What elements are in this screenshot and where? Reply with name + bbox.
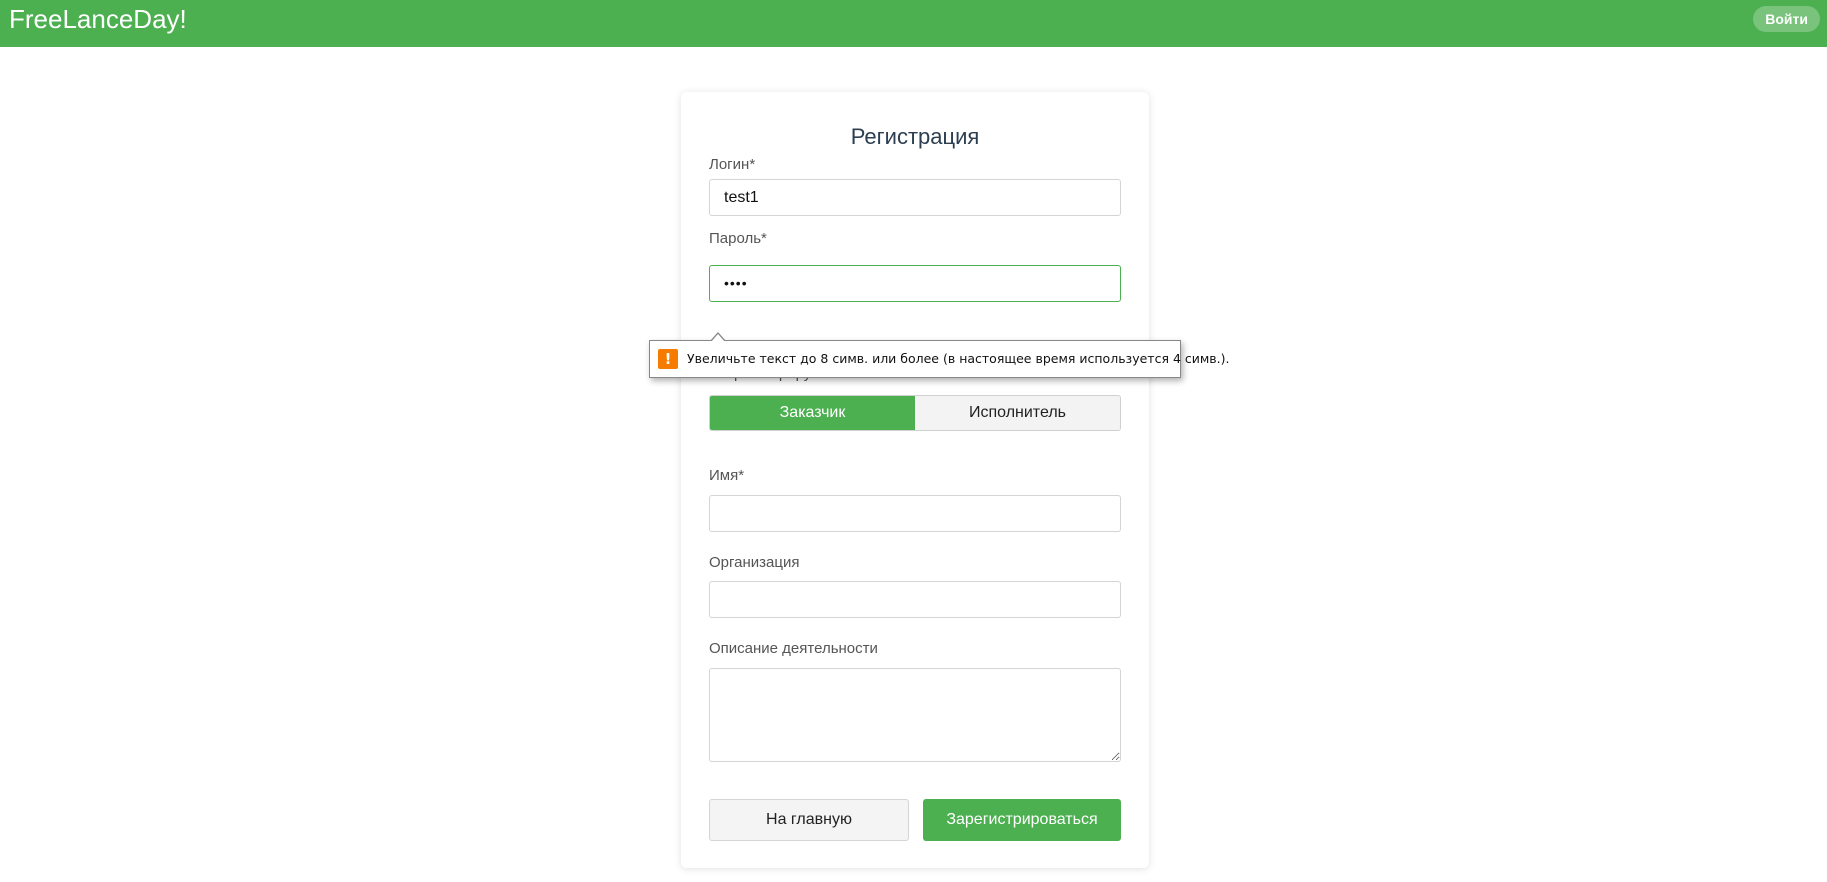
- organization-label: Организация: [709, 554, 800, 571]
- description-textarea[interactable]: [709, 668, 1121, 762]
- organization-input[interactable]: [709, 581, 1121, 618]
- validation-tooltip: ! Увеличьте текст до 8 симв. или более (…: [649, 332, 1230, 378]
- home-button[interactable]: На главную: [709, 799, 909, 841]
- top-navbar: FreeLanceDay! Войти: [0, 0, 1827, 47]
- warning-icon: !: [658, 349, 678, 369]
- brand-logo[interactable]: FreeLanceDay!: [9, 3, 187, 35]
- description-label: Описание деятельности: [709, 640, 878, 657]
- name-label: Имя*: [709, 467, 745, 484]
- registration-card: Регистрация Логин* test1 Пароль* •••• Вы…: [681, 92, 1149, 868]
- role-toggle: Заказчик Исполнитель: [709, 395, 1121, 431]
- tooltip-message: Увеличьте текст до 8 симв. или более (в …: [687, 351, 1230, 366]
- register-button[interactable]: Зарегистрироваться: [923, 799, 1121, 841]
- password-label: Пароль*: [709, 230, 767, 247]
- login-input[interactable]: test1: [709, 179, 1121, 216]
- role-option-customer[interactable]: Заказчик: [710, 396, 915, 430]
- name-input[interactable]: [709, 495, 1121, 532]
- role-option-freelancer[interactable]: Исполнитель: [915, 396, 1120, 430]
- page-title: Регистрация: [850, 124, 980, 149]
- login-label: Логин*: [709, 156, 756, 173]
- password-input[interactable]: ••••: [709, 265, 1121, 302]
- login-button[interactable]: Войти: [1753, 6, 1820, 32]
